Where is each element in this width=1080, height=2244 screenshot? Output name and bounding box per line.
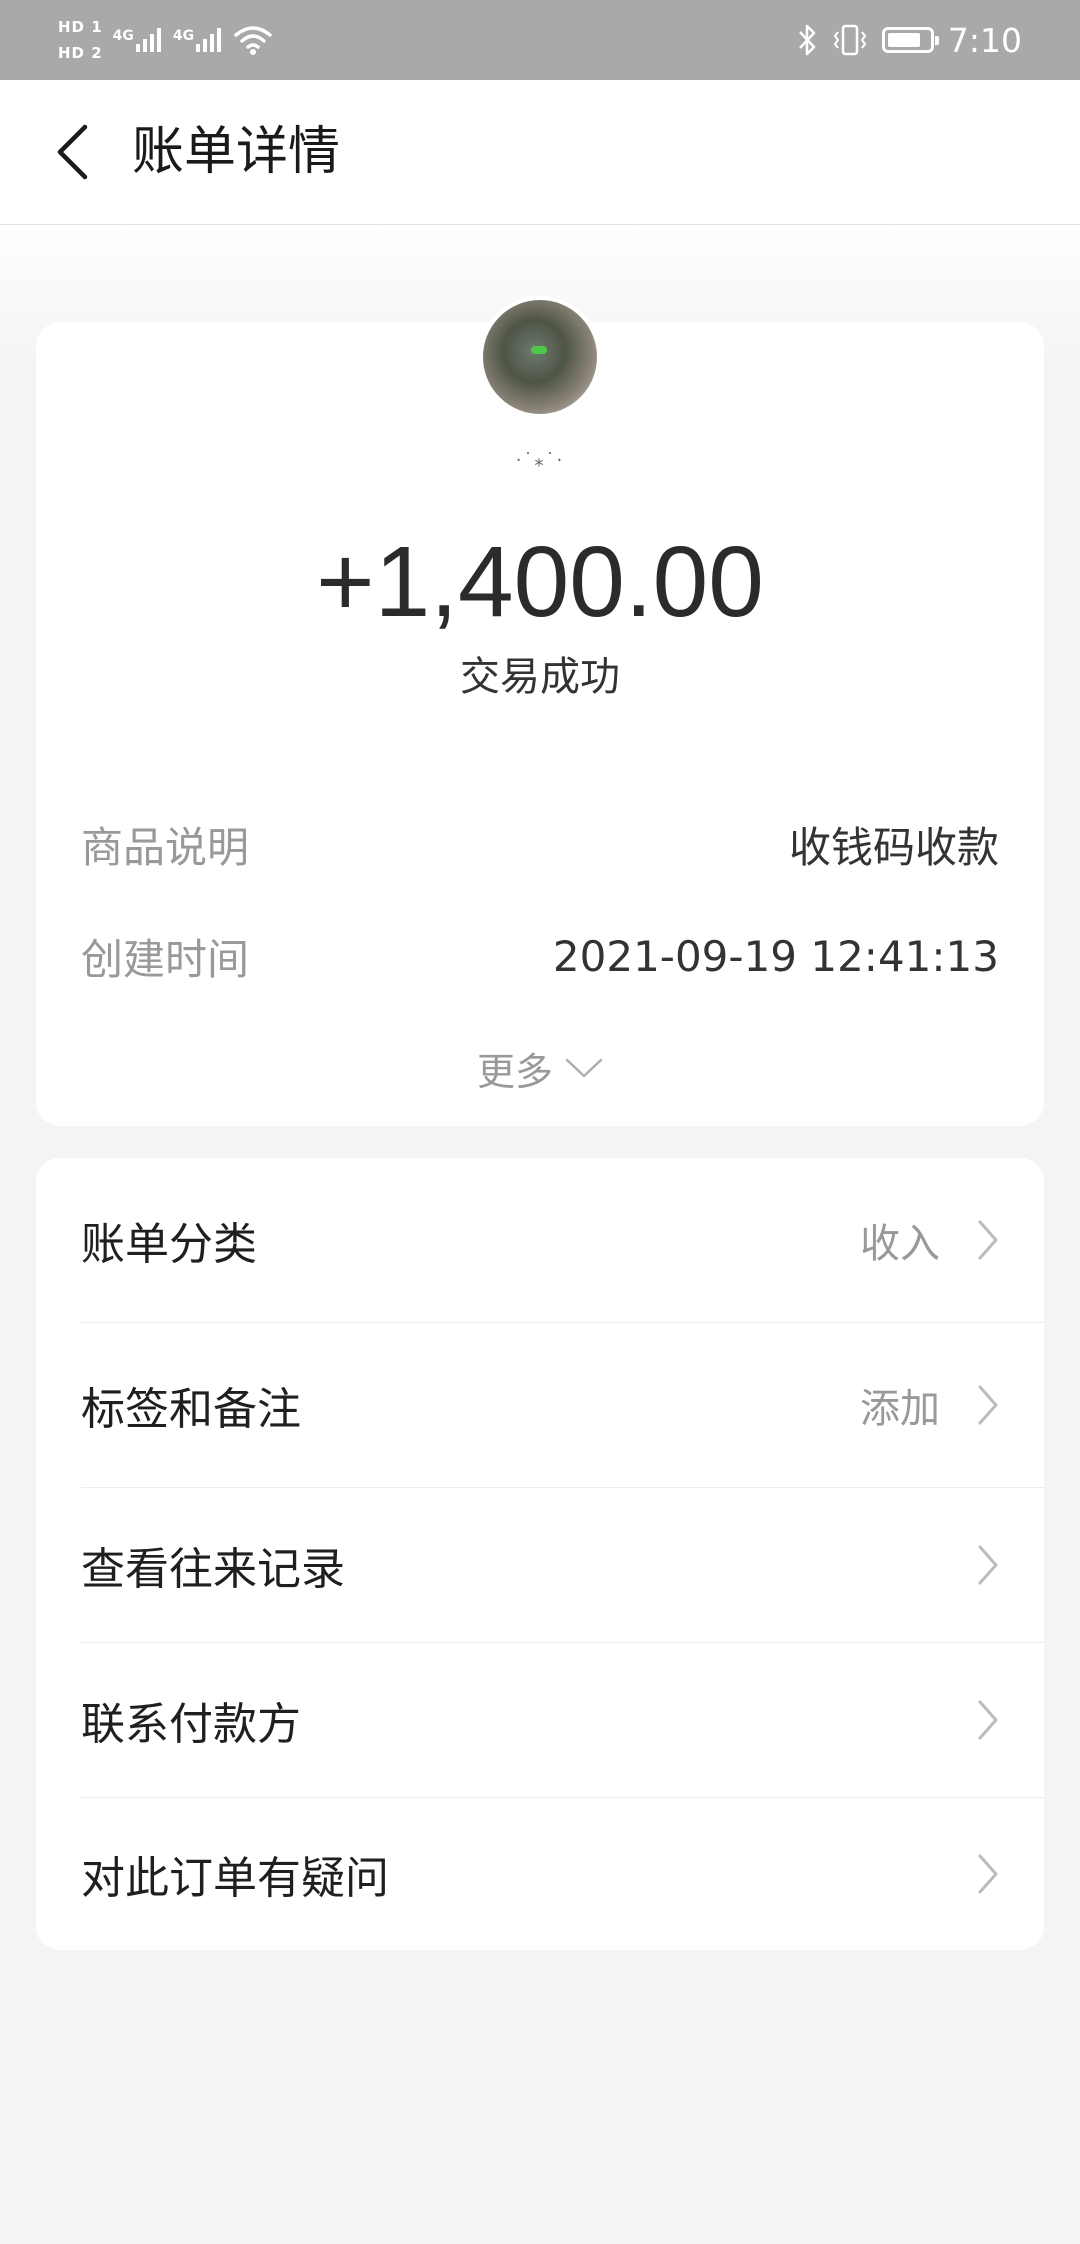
list-item-label: 联系付款方 [81,1699,301,1750]
more-label: 更多 [476,1049,553,1094]
hd2-badge: HD 2 [58,44,103,62]
bluetooth-icon [798,24,816,56]
list-item-history[interactable]: 查看往来记录 [36,1488,1044,1642]
avatar-detail [531,346,547,354]
detail-row-created-time: 创建时间 2021-09-19 12:41:13 [81,926,999,986]
signal-bars-icon [196,28,222,52]
wifi-icon [234,26,272,55]
detail-value: 2021-09-19 12:41:13 [552,931,999,981]
list-item-label: 账单分类 [81,1219,257,1270]
network-type-1: 4G [112,28,134,44]
status-right: 7:10 [796,0,1022,80]
vibrate-icon [833,24,867,56]
chevron-right-icon [974,1216,1002,1264]
battery-level [887,33,920,47]
signal-2: 4G [172,28,222,52]
list-item-label: 标签和备注 [81,1384,301,1435]
list-item-label: 查看往来记录 [81,1544,345,1595]
status-left: HD 1 HD 2 4G 4G [58,10,273,70]
chevron-down-icon [565,1058,603,1078]
detail-label: 商品说明 [81,822,250,872]
detail-row-description: 商品说明 收钱码收款 [81,814,999,874]
status-bar: HD 1 HD 2 4G 4G 7:10 [0,0,1080,80]
list-item-contact-payer[interactable]: 联系付款方 [36,1643,1044,1797]
list-item-value: 添加 [860,1386,940,1432]
battery-icon [881,27,939,53]
transaction-summary-card: ·˙⁎˙· +1,400.00 交易成功 商品说明 收钱码收款 创建时间 202… [36,296,1044,1126]
back-arrow-icon [57,124,88,180]
payer-name: ·˙⁎˙· [515,450,565,471]
detail-label: 创建时间 [81,934,250,984]
hd1-badge: HD 1 [58,18,103,36]
more-toggle[interactable]: 更多 [36,1038,1044,1098]
transaction-status: 交易成功 [460,654,620,700]
list-item-tags-notes[interactable]: 标签和备注 添加 [36,1323,1044,1487]
transaction-amount: +1,400.00 [316,526,764,638]
signal-1: 4G [113,28,161,52]
chevron-right-icon [974,1696,1002,1744]
bill-actions-card: 账单分类 收入 标签和备注 添加 查看往来记录 联系付款方 对此订单有疑问 [36,1158,1044,1950]
clock: 7:10 [947,20,1022,60]
detail-value: 收钱码收款 [788,822,999,872]
signal-bars-icon [135,28,161,52]
back-button[interactable] [42,120,102,184]
hd-indicators: HD 1 HD 2 [58,17,103,63]
page-title: 账单详情 [132,122,341,182]
list-item-order-question[interactable]: 对此订单有疑问 [36,1798,1044,1950]
payer-avatar[interactable] [479,296,601,418]
list-item-value: 收入 [860,1221,940,1267]
network-type-2: 4G [172,28,195,44]
chevron-right-icon [974,1381,1002,1429]
chevron-right-icon [974,1541,1002,1589]
list-item-bill-category[interactable]: 账单分类 收入 [36,1158,1044,1322]
chevron-right-icon [974,1850,1002,1898]
app-header: 账单详情 [0,80,1080,225]
list-item-label: 对此订单有疑问 [81,1853,389,1904]
